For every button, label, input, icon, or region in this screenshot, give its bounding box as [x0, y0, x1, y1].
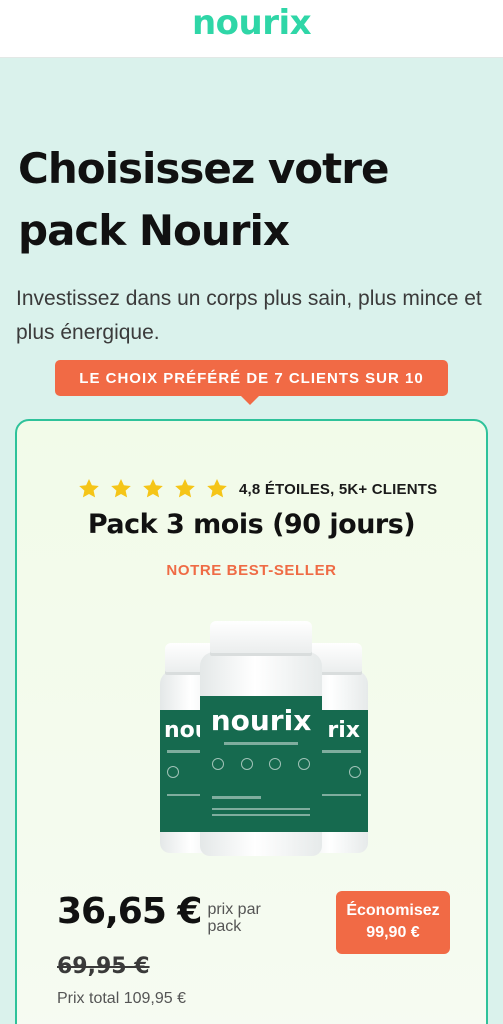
star-icon: [79, 479, 99, 498]
savings-label: Économisez: [346, 902, 440, 919]
site-header: nourix: [0, 0, 503, 58]
star-icon: [111, 479, 131, 498]
total-price: Prix total 109,95 €: [57, 990, 186, 1007]
rating-row: 4,8 ÉTOILES, 5K+ CLIENTS: [75, 477, 437, 501]
bottle-center: nourix: [200, 621, 322, 856]
bestseller-tag: NOTRE BEST-SELLER: [166, 562, 337, 579]
star-icon: [175, 479, 195, 498]
rating-text: 4,8 ÉTOILES, 5K+ CLIENTS: [239, 480, 438, 498]
savings-amount: 99,90 €: [366, 924, 420, 941]
bottle-brand-text: nourix: [210, 704, 312, 738]
savings-badge: Économisez 99,90 €: [336, 891, 450, 954]
current-price: 36,65 €: [57, 891, 202, 932]
page-title: Choisissez votre pack Nourix: [18, 144, 389, 255]
star-icon: [207, 479, 227, 498]
star-icon: [143, 479, 163, 498]
popular-choice-ribbon: LE CHOIX PRÉFÉRÉ DE 7 CLIENTS SUR 10: [55, 360, 448, 396]
product-image: nou rix nourix: [160, 621, 370, 861]
price-per-pack-note: prix par pack: [207, 901, 261, 935]
pack-card-3-months[interactable]: 4,8 ÉTOILES, 5K+ CLIENTS Pack 3 mois (90…: [15, 419, 488, 1024]
brand-logo[interactable]: nourix: [192, 3, 312, 43]
page-subtitle: Investissez dans un corps plus sain, plu…: [16, 287, 482, 344]
ribbon-pointer: [240, 395, 260, 405]
pack-title: Pack 3 mois (90 jours): [87, 509, 416, 540]
original-price: 69,95 €: [57, 954, 150, 979]
price-block: 36,65 € prix par pack: [57, 891, 287, 935]
